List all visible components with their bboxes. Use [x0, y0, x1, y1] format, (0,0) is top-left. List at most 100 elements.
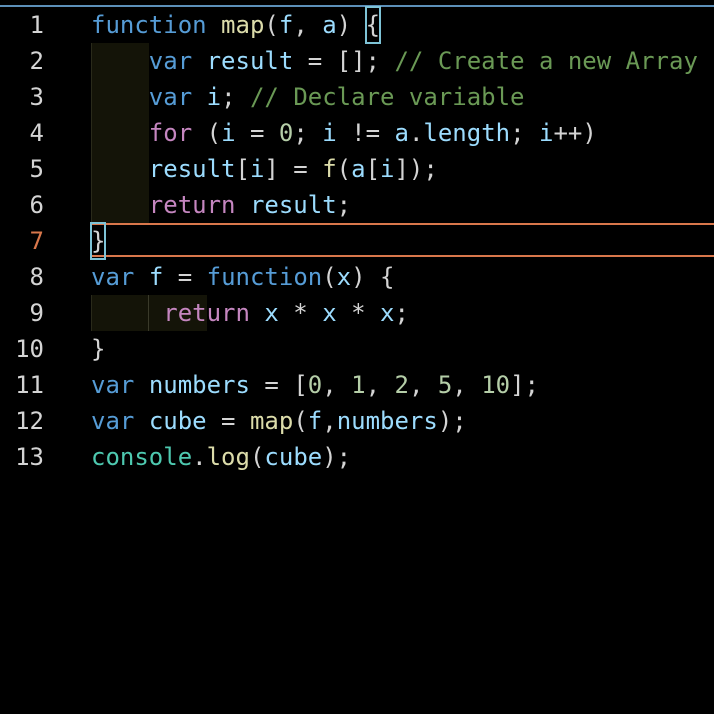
code-token: i: [249, 155, 265, 183]
code-token: =: [235, 119, 279, 147]
code-token: map: [249, 407, 294, 435]
code-token: numbers: [336, 407, 438, 435]
code-line[interactable]: 2 var result = []; // Create a new Array: [0, 43, 714, 79]
code-line[interactable]: 1 function map(f, a) {: [0, 6, 714, 44]
code-text[interactable]: var i; // Declare variable: [91, 79, 525, 115]
code-line[interactable]: 3 var i; // Declare variable: [0, 79, 714, 115]
code-line[interactable]: 10}: [0, 331, 714, 367]
code-text[interactable]: }: [91, 331, 105, 367]
code-token: map: [221, 11, 265, 39]
code-line[interactable]: 5 result[i] = f(a[i]);: [0, 151, 714, 187]
code-token: i: [221, 119, 236, 147]
code-token: *: [336, 299, 381, 327]
code-token: *: [278, 299, 323, 327]
code-token: = [];: [293, 47, 395, 75]
code-token: [: [235, 155, 250, 183]
code-editor[interactable]: 1 function map(f, a) {2 var result = []; …: [0, 0, 714, 714]
code-line[interactable]: 7}: [0, 222, 714, 260]
code-token: x: [336, 263, 352, 291]
code-token: (: [264, 11, 279, 39]
line-number: 11: [15, 371, 44, 399]
code-token: 0: [307, 371, 323, 399]
code-token: return: [163, 299, 250, 327]
code-token: result: [148, 155, 236, 183]
code-token: return: [148, 191, 236, 219]
line-number: 13: [15, 443, 44, 471]
code-token: result: [206, 47, 294, 75]
line-number: 3: [29, 83, 44, 111]
code-token: x: [264, 299, 279, 327]
code-token: = [: [249, 371, 308, 399]
code-token: cube: [264, 443, 323, 471]
code-token: [: [365, 155, 381, 183]
code-token: f: [322, 155, 337, 183]
code-token: .: [408, 119, 424, 147]
code-text[interactable]: function map(f, a) {: [91, 6, 382, 44]
code-line[interactable]: 9 return x * x * x;: [0, 295, 714, 331]
code-token: 10: [481, 371, 511, 399]
code-token: var: [148, 47, 193, 75]
code-token: ]);: [394, 155, 438, 183]
code-token: i: [380, 155, 395, 183]
code-text[interactable]: result[i] = f(a[i]);: [91, 151, 438, 187]
code-token: ,: [408, 371, 438, 399]
code-token: =: [206, 407, 250, 435]
code-text[interactable]: var result = []; // Create a new Array: [91, 43, 698, 79]
code-text[interactable]: return x * x * x;: [91, 295, 409, 331]
code-text[interactable]: console.log(cube);: [91, 439, 351, 475]
code-token: x: [380, 299, 395, 327]
code-line[interactable]: 6 return result;: [0, 187, 714, 223]
code-token: i: [206, 83, 222, 111]
line-number: 4: [29, 119, 44, 147]
code-token: (: [322, 263, 337, 291]
code-token: (: [249, 443, 265, 471]
code-token: 0: [278, 119, 294, 147]
code-token: ,: [322, 407, 337, 435]
code-line[interactable]: 12 var cube = map(f,numbers);: [0, 403, 714, 439]
code-line[interactable]: 13 console.log(cube);: [0, 439, 714, 475]
code-token: (: [336, 155, 352, 183]
code-token: ;: [510, 119, 539, 147]
line-number: 7: [29, 227, 44, 255]
code-line[interactable]: 8 var f = function(x) {: [0, 259, 714, 295]
code-token: 2: [394, 371, 409, 399]
code-token: (: [192, 119, 222, 147]
code-token: length: [423, 119, 511, 147]
code-token: i: [322, 119, 337, 147]
code-token: ,: [293, 11, 323, 39]
code-line[interactable]: 11 var numbers = [0, 1, 2, 5, 10];: [0, 367, 714, 403]
code-token: ;: [394, 299, 409, 327]
code-token: ,: [365, 371, 395, 399]
line-number: 6: [29, 191, 44, 219]
code-text[interactable]: var f = function(x) {: [91, 259, 394, 295]
code-text[interactable]: return result;: [91, 187, 351, 223]
code-token: ++): [553, 119, 597, 147]
code-token: ] =: [264, 155, 323, 183]
code-line[interactable]: 4 for (i = 0; i != a.length; i++): [0, 115, 714, 151]
code-token: ;: [293, 119, 323, 147]
code-token: a: [394, 119, 409, 147]
code-text[interactable]: }: [89, 222, 107, 260]
code-text[interactable]: var cube = map(f,numbers);: [91, 403, 467, 439]
code-token: for: [148, 119, 193, 147]
code-token: result: [249, 191, 337, 219]
line-number: 9: [29, 299, 44, 327]
code-token: ;: [336, 191, 352, 219]
code-token: f: [307, 407, 323, 435]
code-token: console: [91, 443, 193, 471]
code-text[interactable]: var numbers = [0, 1, 2, 5, 10];: [91, 367, 539, 403]
code-token: (: [293, 407, 308, 435]
code-text[interactable]: for (i = 0; i != a.length; i++): [91, 115, 597, 151]
line-number: 1: [29, 11, 44, 39]
code-token: f: [278, 11, 294, 39]
